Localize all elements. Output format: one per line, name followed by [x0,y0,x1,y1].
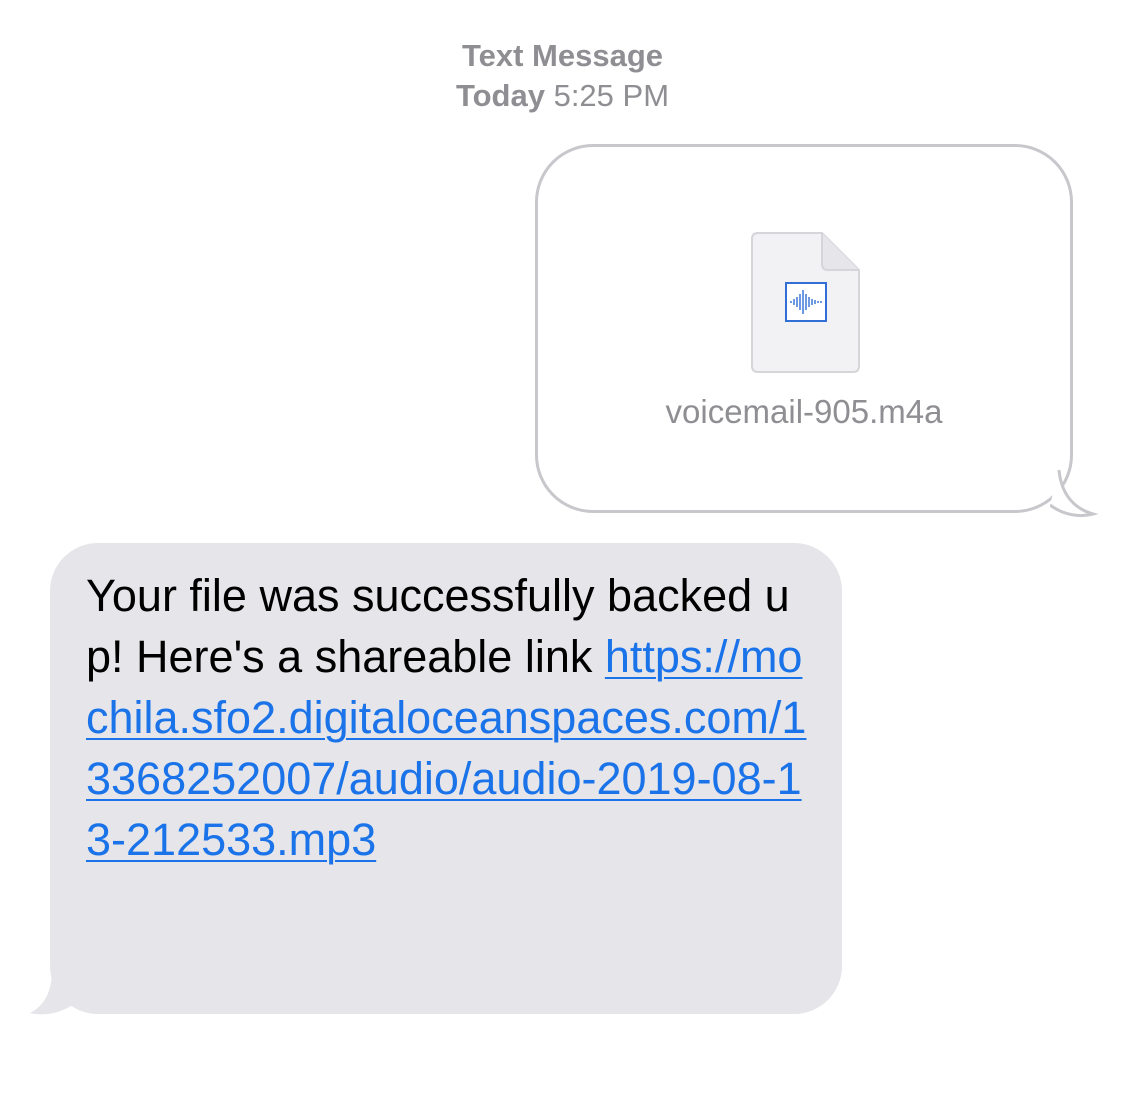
timestamp-day: Today [455,78,545,113]
timestamp-time: 5:25 PM [553,78,670,113]
outgoing-bubble-tail [1050,470,1099,518]
service-label: Text Message [461,38,663,73]
attachment-file-name[interactable]: voicemail-905.m4a [535,392,1073,432]
thread-header: Text Message Today 5:25 PM [0,36,1125,116]
audio-file-icon[interactable] [750,231,861,374]
incoming-message-bubble[interactable]: Your file was successfully backed up! He… [50,543,842,1014]
message-thread: Text Message Today 5:25 PM voicemail-905… [0,0,1125,1093]
message-text: Your file was successfully backed up! He… [86,565,812,870]
